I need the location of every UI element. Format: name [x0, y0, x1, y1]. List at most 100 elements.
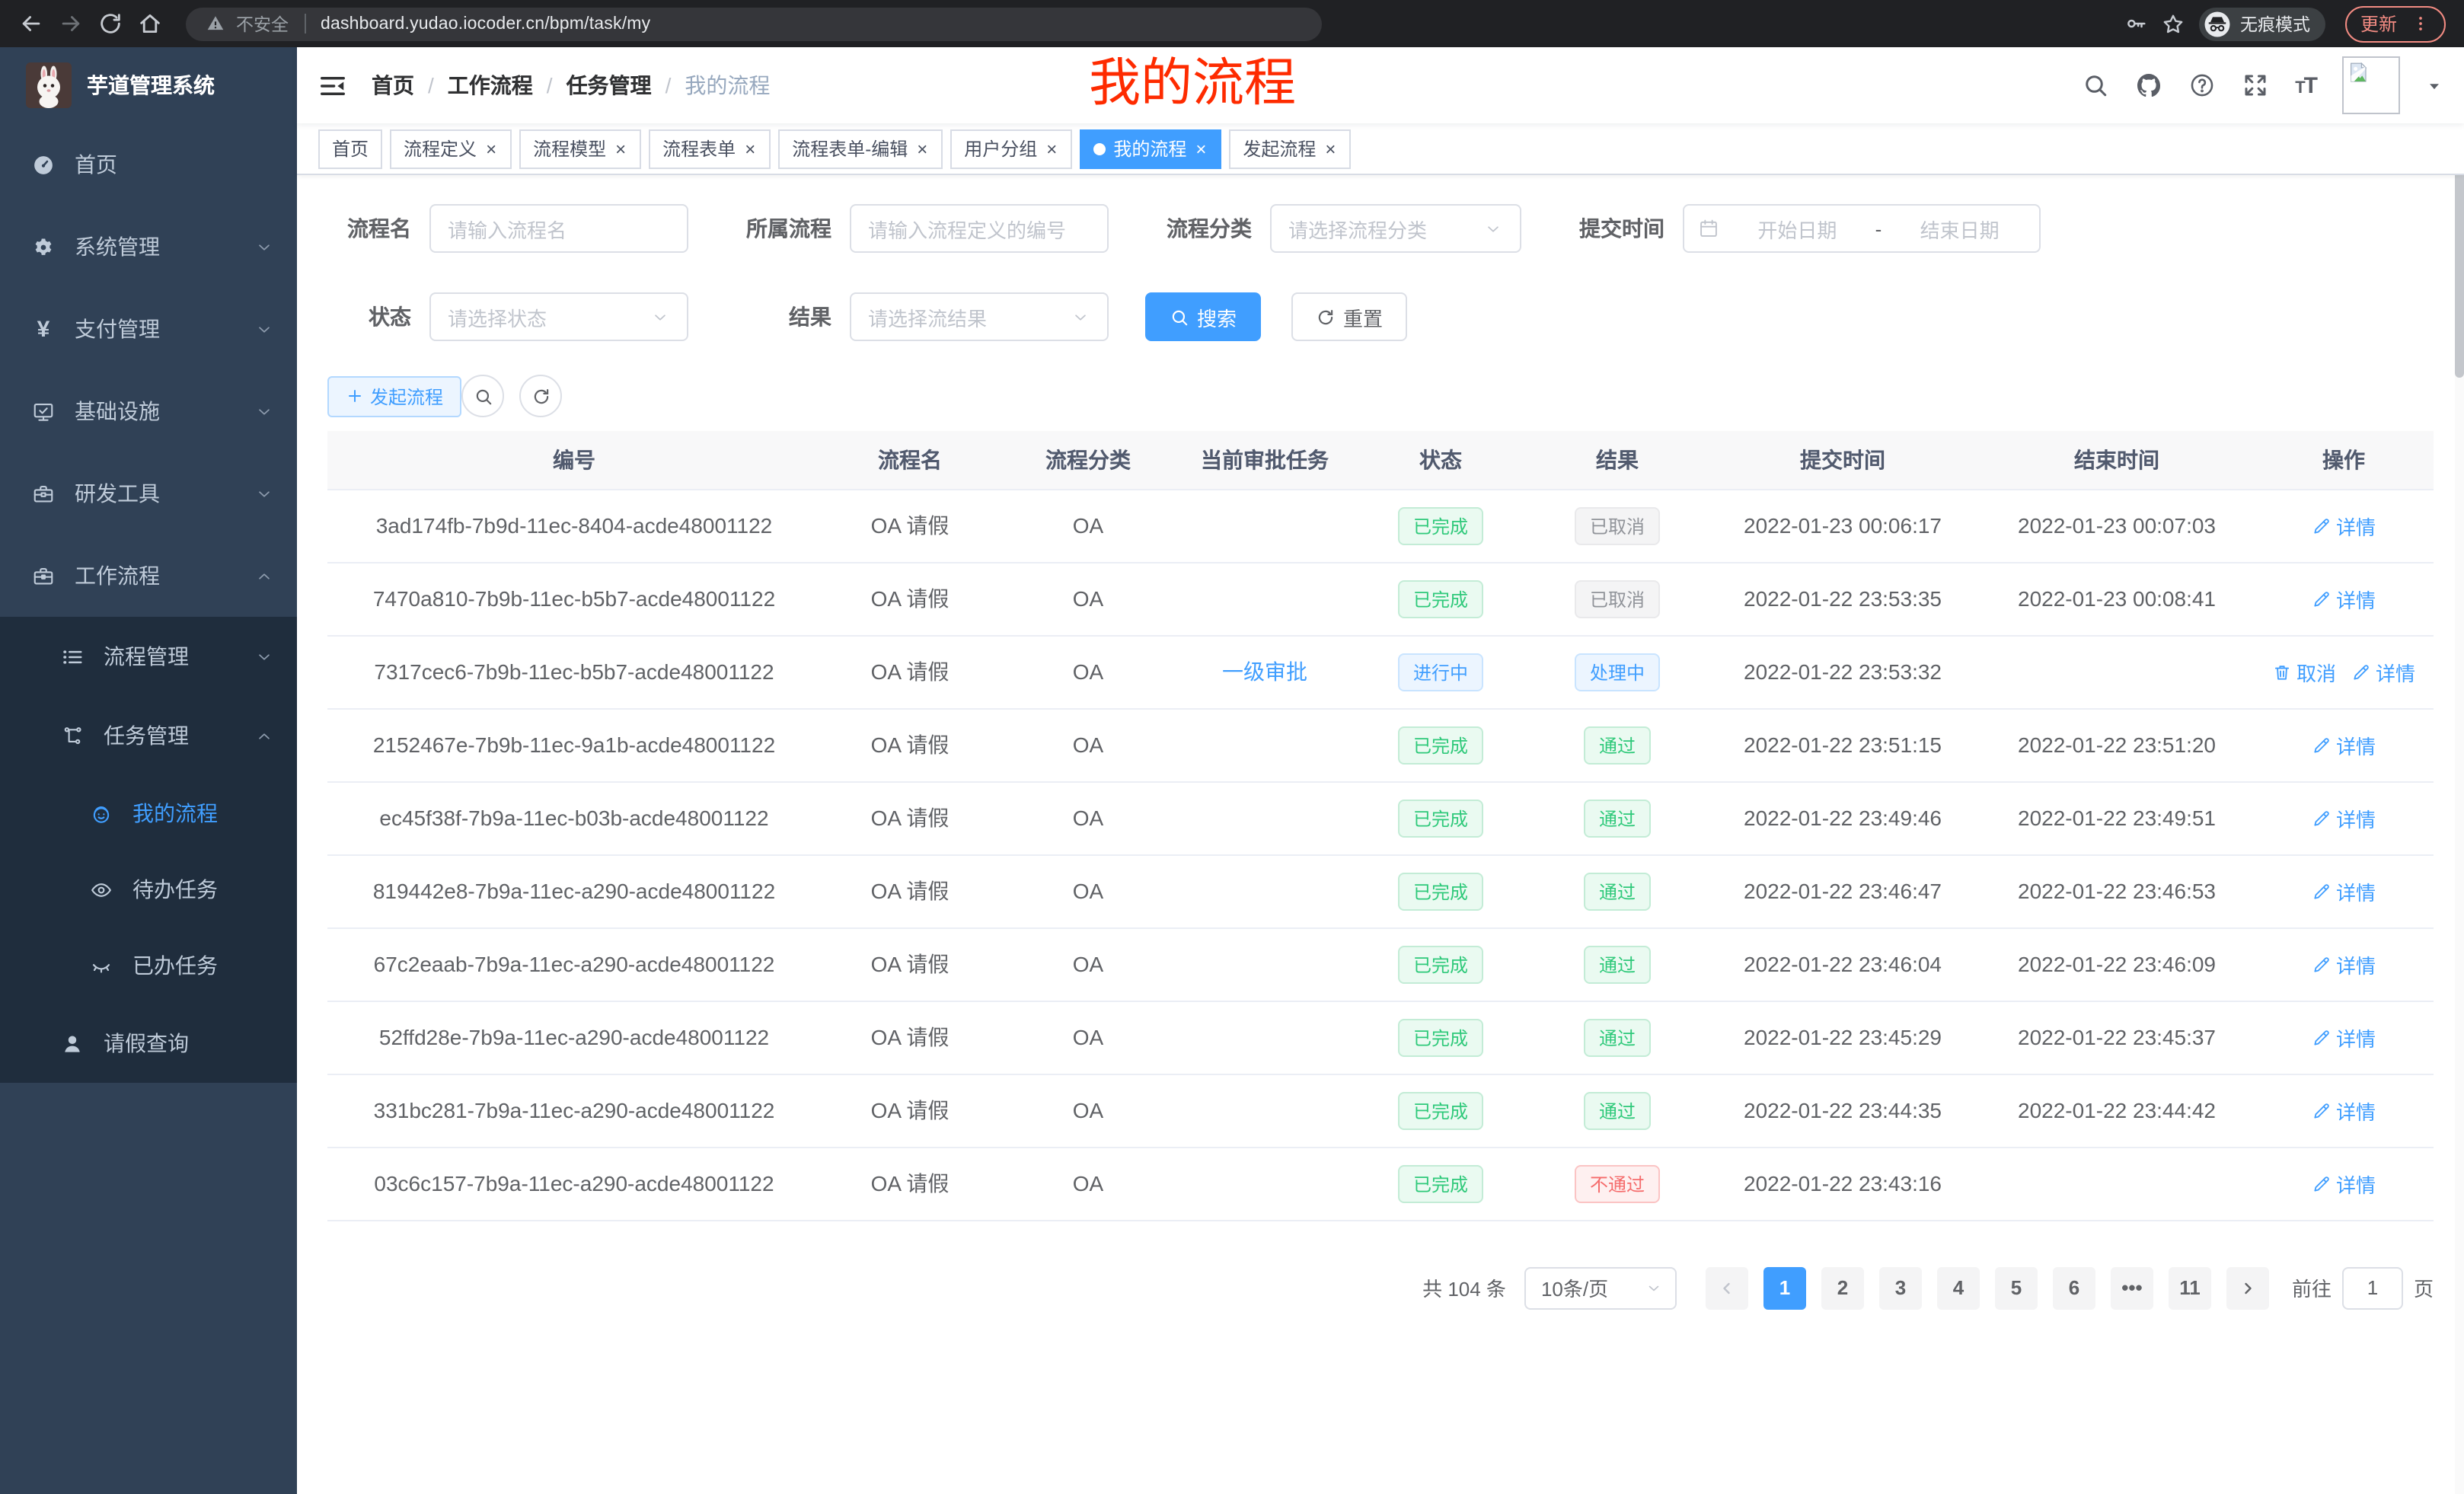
detail-link[interactable]: 详情 — [2312, 876, 2376, 905]
security-label[interactable]: 不安全 — [236, 11, 289, 36]
filter-label: 状态 — [327, 302, 411, 332]
edit-icon — [2312, 589, 2332, 608]
detail-link[interactable]: 详情 — [2312, 1096, 2376, 1125]
tab-2[interactable]: 流程模型× — [519, 129, 641, 168]
refresh-table-button[interactable] — [519, 375, 562, 417]
sidebar-item-5[interactable]: 工作流程 — [0, 535, 297, 617]
process-name-input[interactable]: 请输入流程名 — [429, 204, 688, 253]
sidebar-fold-icon[interactable] — [318, 71, 347, 100]
cell-name: OA 请假 — [821, 927, 999, 1001]
close-icon[interactable]: × — [743, 139, 757, 158]
page-button-5[interactable]: 5 — [1995, 1266, 2038, 1309]
sidebar-item-9[interactable]: 待办任务 — [0, 851, 297, 927]
font-size-icon[interactable]: TT — [2295, 72, 2316, 98]
tab-label: 我的流程 — [1113, 136, 1186, 161]
reset-button[interactable]: 重置 — [1291, 292, 1407, 341]
submit-time-range[interactable]: 开始日期-结束日期 — [1683, 204, 2041, 253]
close-icon[interactable]: × — [614, 139, 627, 158]
close-icon[interactable]: × — [915, 139, 929, 158]
breadcrumb-item-0[interactable]: 首页 — [372, 70, 414, 101]
page-button-4[interactable]: 4 — [1937, 1266, 1980, 1309]
page-button-1[interactable]: 1 — [1763, 1266, 1806, 1309]
cell-category: OA — [999, 1147, 1177, 1220]
sidebar-item-4[interactable]: 研发工具 — [0, 452, 297, 535]
sidebar-item-1[interactable]: 系统管理 — [0, 206, 297, 288]
cell-actions: 详情 — [2254, 854, 2434, 927]
detail-link[interactable]: 详情 — [2312, 584, 2376, 613]
eye-closed-icon — [90, 954, 113, 977]
key-icon[interactable] — [2124, 12, 2147, 35]
fullscreen-icon[interactable] — [2242, 72, 2269, 99]
sidebar-item-2[interactable]: ¥支付管理 — [0, 288, 297, 370]
search-button[interactable]: 搜索 — [1145, 292, 1261, 341]
close-icon[interactable]: × — [484, 139, 498, 158]
sidebar-item-7[interactable]: 任务管理 — [0, 696, 297, 775]
detail-link[interactable]: 详情 — [2312, 950, 2376, 978]
page-button-2[interactable]: 2 — [1821, 1266, 1864, 1309]
sidebar-item-3[interactable]: 基础设施 — [0, 370, 297, 452]
toggle-search-button[interactable] — [461, 375, 504, 417]
github-icon[interactable] — [2135, 72, 2162, 99]
chevron-down-icon[interactable] — [2426, 77, 2443, 94]
breadcrumb-separator: / — [428, 73, 434, 97]
tab-0[interactable]: 首页 — [318, 129, 382, 168]
cell-id: 331bc281-7b9a-11ec-a290-acde48001122 — [327, 1074, 821, 1147]
tab-3[interactable]: 流程表单× — [649, 129, 771, 168]
reload-icon[interactable] — [97, 11, 123, 37]
more-pages-button[interactable]: ••• — [2111, 1266, 2153, 1309]
status-select[interactable]: 请选择状态 — [429, 292, 688, 341]
back-icon[interactable] — [18, 11, 44, 37]
breadcrumb-item-2[interactable]: 任务管理 — [567, 70, 652, 101]
create-process-button[interactable]: 发起流程 — [327, 375, 461, 417]
process-definition-input[interactable]: 请输入流程定义的编号 — [850, 204, 1109, 253]
url-text[interactable]: dashboard.yudao.iocoder.cn/bpm/task/my — [321, 14, 650, 33]
task-link[interactable]: 一级审批 — [1222, 659, 1307, 684]
avatar[interactable] — [2342, 56, 2400, 114]
scrollbar[interactable] — [2455, 47, 2464, 1494]
detail-link[interactable]: 详情 — [2312, 730, 2376, 759]
close-icon[interactable]: × — [1194, 139, 1208, 158]
tab-1[interactable]: 流程定义× — [390, 129, 512, 168]
prev-page-button[interactable] — [1706, 1266, 1748, 1309]
page-button-3[interactable]: 3 — [1879, 1266, 1922, 1309]
close-icon[interactable]: × — [1045, 139, 1058, 158]
detail-link[interactable]: 详情 — [2312, 1023, 2376, 1052]
page-size-select[interactable]: 10条/页 — [1524, 1266, 1677, 1309]
sidebar-item-8[interactable]: 我的流程 — [0, 775, 297, 851]
search-icon[interactable] — [2082, 72, 2109, 99]
page-button-11[interactable]: 11 — [2169, 1266, 2211, 1309]
cell-status: 已完成 — [1352, 708, 1529, 781]
star-icon[interactable] — [2161, 11, 2185, 36]
result-select[interactable]: 请选择流结果 — [850, 292, 1109, 341]
update-button[interactable]: 更新 — [2345, 5, 2446, 42]
cell-result: 通过 — [1529, 781, 1706, 854]
detail-link[interactable]: 详情 — [2312, 511, 2376, 540]
next-page-button[interactable] — [2226, 1266, 2269, 1309]
sidebar-item-11[interactable]: 请假查询 — [0, 1004, 297, 1083]
reset-label: 重置 — [1343, 302, 1383, 331]
detail-link[interactable]: 详情 — [2312, 803, 2376, 832]
close-icon[interactable]: × — [1323, 139, 1337, 158]
home-icon[interactable] — [137, 11, 163, 37]
sidebar-item-0[interactable]: 首页 — [0, 123, 297, 206]
tab-6[interactable]: 我的流程 × — [1080, 129, 1221, 168]
calendar-icon — [1698, 218, 1719, 239]
help-icon[interactable] — [2188, 72, 2216, 99]
detail-link[interactable]: 详情 — [2312, 1169, 2376, 1198]
kebab-menu-icon[interactable] — [2411, 14, 2430, 34]
cancel-link[interactable]: 取消 — [2272, 657, 2336, 686]
breadcrumb-item-1[interactable]: 工作流程 — [448, 70, 533, 101]
address-bar[interactable]: 不安全 dashboard.yudao.iocoder.cn/bpm/task/… — [186, 7, 1322, 40]
sidebar-item-6[interactable]: 流程管理 — [0, 617, 297, 696]
tab-4[interactable]: 流程表单-编辑× — [778, 129, 943, 168]
page-button-6[interactable]: 6 — [2053, 1266, 2095, 1309]
app-logo-row[interactable]: 芋道管理系统 — [0, 47, 297, 123]
forward-icon[interactable] — [58, 11, 84, 37]
tab-7[interactable]: 发起流程× — [1229, 129, 1351, 168]
process-category-select[interactable]: 请选择流程分类 — [1270, 204, 1521, 253]
sidebar-item-10[interactable]: 已办任务 — [0, 927, 297, 1004]
detail-link[interactable]: 详情 — [2351, 657, 2415, 686]
goto-page-input[interactable] — [2342, 1266, 2403, 1309]
update-label[interactable]: 更新 — [2360, 11, 2397, 37]
tab-5[interactable]: 用户分组× — [950, 129, 1072, 168]
